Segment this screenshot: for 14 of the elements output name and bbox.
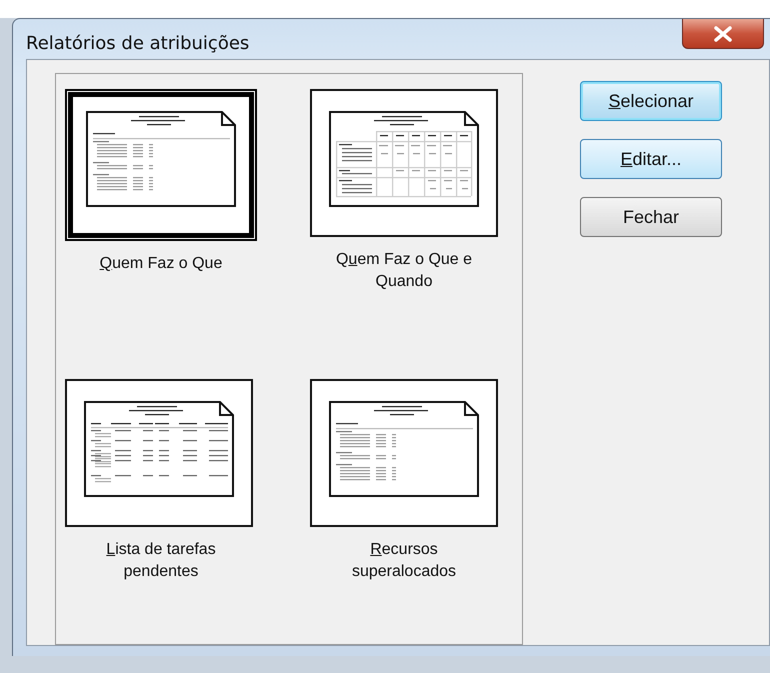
report-label[interactable]: Quem Faz o Que e Quando	[310, 249, 498, 293]
report-thumbnail[interactable]	[310, 89, 498, 237]
dialog-button[interactable]: Fechar	[580, 197, 722, 237]
report-label[interactable]: Lista de tarefas pendentes	[65, 539, 257, 583]
close-icon	[713, 26, 733, 42]
report-thumbnail[interactable]	[310, 379, 498, 527]
report-thumbnail[interactable]	[65, 379, 253, 527]
dialog-button[interactable]: Editar...	[580, 139, 722, 179]
report-label[interactable]: Quem Faz o Que	[65, 253, 257, 275]
report-label[interactable]: Recursos superalocados	[310, 539, 498, 583]
dialog-button[interactable]: Selecionar	[580, 81, 722, 121]
report-thumbnail[interactable]	[65, 89, 257, 241]
close-button[interactable]	[682, 19, 764, 49]
window-title: Relatórios de atribuições	[26, 33, 250, 54]
